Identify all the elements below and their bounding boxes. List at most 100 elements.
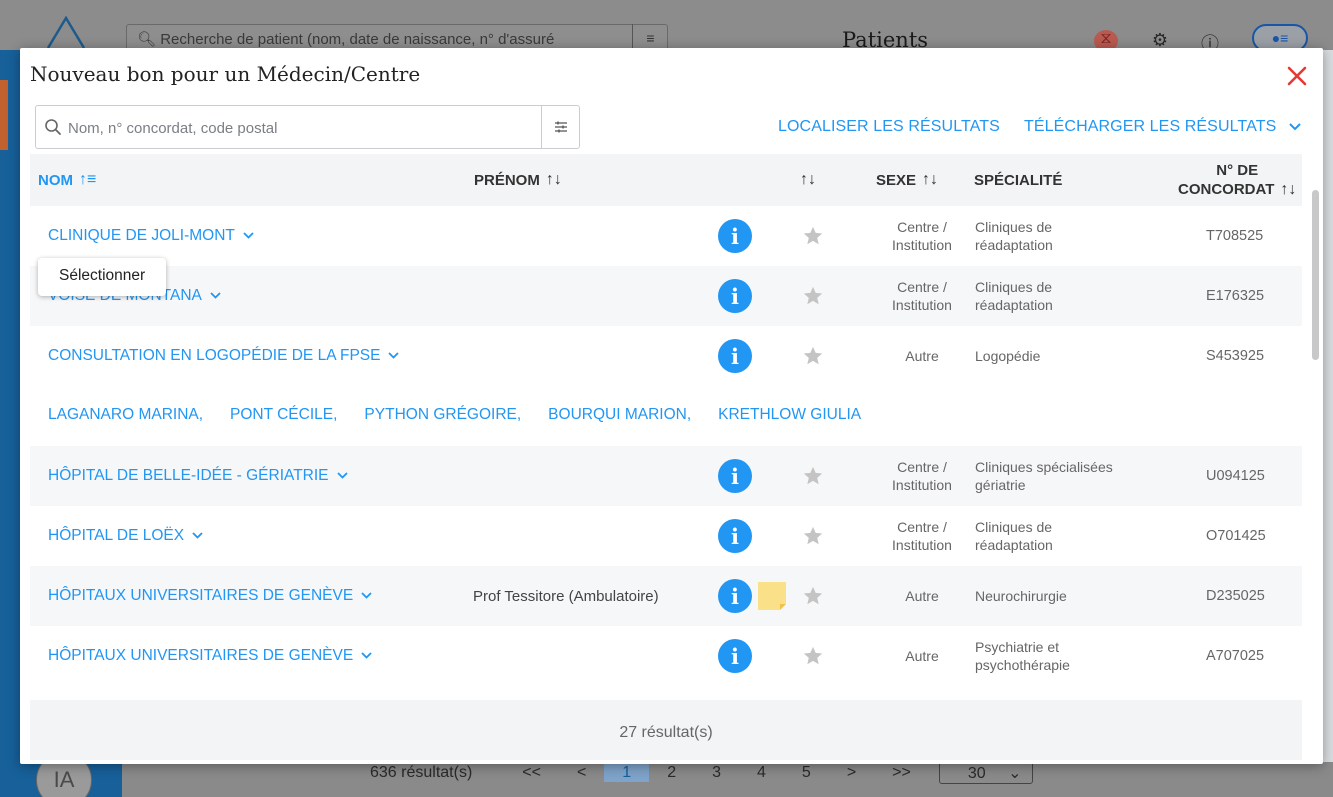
provider-name-link[interactable]: HÔPITAL DE LOËX bbox=[48, 527, 203, 545]
background-results-count: 636 résultat(s) bbox=[370, 764, 473, 781]
select-tooltip[interactable]: Sélectionner bbox=[38, 258, 167, 296]
column-header-favorite[interactable]: ↑↓ bbox=[800, 154, 816, 206]
table-row[interactable]: CONSULTATION EN LOGOPÉDIE DE LA FPSE i Aut… bbox=[30, 326, 1302, 386]
name-cell: HÔPITAL DE BELLE-IDÉE - GÉRIATRIE bbox=[48, 446, 348, 506]
star-icon[interactable] bbox=[802, 525, 824, 547]
sexe-line1: Centre / bbox=[897, 219, 947, 235]
table-row[interactable]: HÔPITAUX UNIVERSITAIRES DE GENÈVE Prof Te… bbox=[30, 566, 1302, 626]
star-icon[interactable] bbox=[802, 285, 824, 307]
name-cell: HÔPITAUX UNIVERSITAIRES DE GENÈVE bbox=[48, 626, 372, 686]
new-voucher-modal: Nouveau bon pour un Médecin/Centre LOCAL… bbox=[20, 48, 1323, 764]
provider-name: HÔPITAL DE BELLE-IDÉE - GÉRIATRIE bbox=[48, 467, 329, 484]
specialite-line2: réadaptation bbox=[975, 537, 1053, 553]
sort-icon: ↑↓ bbox=[1280, 181, 1297, 198]
star-icon[interactable] bbox=[802, 465, 824, 487]
specialite-line1: Psychiatrie et bbox=[975, 639, 1060, 655]
specialite-cell: Neurochirurgie bbox=[975, 566, 1067, 626]
column-header-concordat[interactable]: N° DE CONCORDAT ↑↓ bbox=[1178, 154, 1296, 206]
group-member-link[interactable]: LAGANARO MARINA, bbox=[48, 406, 203, 424]
group-member-link[interactable]: PONT CÉCILE, bbox=[230, 406, 337, 424]
filter-button[interactable] bbox=[541, 106, 579, 148]
column-header-prenom[interactable]: PRÉNOM ↑↓ bbox=[474, 154, 562, 206]
localize-results-button[interactable]: LOCALISER LES RÉSULTATS bbox=[778, 118, 1000, 136]
provider-name: CLINIQUE DE JOLI-MONT bbox=[48, 227, 235, 244]
sexe-line1: Centre / bbox=[897, 459, 947, 475]
pager-first: << bbox=[522, 764, 541, 781]
sexe-cell: Centre / Institution bbox=[872, 446, 972, 506]
provider-name-link[interactable]: CLINIQUE DE JOLI-MONT bbox=[48, 227, 254, 245]
pager-page: 1 bbox=[604, 764, 650, 782]
star-icon[interactable] bbox=[802, 225, 824, 247]
pager-page: 2 bbox=[667, 764, 677, 781]
download-results-label: TÉLÉCHARGER LES RÉSULTATS bbox=[1024, 118, 1277, 135]
specialite-line2: gériatrie bbox=[975, 477, 1026, 493]
scrollbar[interactable] bbox=[1312, 190, 1319, 360]
specialite-line2: réadaptation bbox=[975, 237, 1053, 253]
table-row[interactable]: HÔPITAL DE LOËX i Centre / Institution Clini… bbox=[30, 506, 1302, 566]
table-row[interactable]: VOISE DE MONTANAiCentre /InstitutionClin… bbox=[30, 266, 1302, 326]
group-member-link[interactable]: PYTHON GRÉGOIRE, bbox=[364, 406, 521, 424]
concordat-number: T708525 bbox=[1206, 228, 1264, 244]
modal-title: Nouveau bon pour un Médecin/Centre bbox=[30, 62, 421, 86]
actions-cell: i bbox=[718, 446, 752, 506]
concordat-cell: E176325 bbox=[1206, 266, 1264, 326]
provider-name-link[interactable]: HÔPITAUX UNIVERSITAIRES DE GENÈVE bbox=[48, 647, 372, 665]
actions-cell: i bbox=[718, 266, 752, 326]
sexe-line2: Institution bbox=[892, 477, 952, 493]
group-member-link[interactable]: BOURQUI MARION, bbox=[548, 406, 691, 424]
info-icon[interactable]: i bbox=[718, 219, 752, 253]
pager-prev: < bbox=[576, 764, 587, 781]
concordat-cell: U094125 bbox=[1206, 446, 1265, 506]
info-icon[interactable]: i bbox=[718, 579, 752, 613]
info-icon[interactable]: i bbox=[718, 279, 752, 313]
sort-icon: ↑↓ bbox=[545, 171, 562, 188]
pager-page: 3 bbox=[712, 764, 722, 781]
column-label: SEXE bbox=[876, 171, 917, 189]
chevron-down-icon bbox=[336, 472, 348, 480]
table-row[interactable]: HÔPITAUX UNIVERSITAIRES DE GENÈVE i Autre P… bbox=[30, 626, 1302, 686]
star-icon[interactable] bbox=[802, 645, 824, 667]
info-icon[interactable]: i bbox=[718, 519, 752, 553]
info-icon[interactable]: i bbox=[718, 339, 752, 373]
chevron-down-icon bbox=[388, 352, 400, 360]
result-count: 27 résultat(s) bbox=[619, 724, 713, 741]
concordat-cell: D235025 bbox=[1206, 566, 1265, 626]
favorite-cell bbox=[802, 626, 824, 686]
search-input[interactable] bbox=[68, 115, 538, 141]
name-cell: CLINIQUE DE JOLI-MONT bbox=[48, 206, 254, 266]
concordat-number: U094125 bbox=[1206, 468, 1265, 484]
star-icon[interactable] bbox=[802, 345, 824, 367]
close-icon[interactable] bbox=[1285, 64, 1309, 88]
column-header-nom[interactable]: NOM ↑≡ bbox=[38, 154, 96, 206]
provider-name-link[interactable]: HÔPITAL DE BELLE-IDÉE - GÉRIATRIE bbox=[48, 467, 348, 485]
sexe-line2: Institution bbox=[892, 297, 952, 313]
provider-name-link[interactable]: CONSULTATION EN LOGOPÉDIE DE LA FPSE bbox=[48, 347, 400, 365]
table-row[interactable]: CLINIQUE DE JOLI-MONT i Centre / Institutio… bbox=[30, 206, 1302, 266]
table-row[interactable]: HÔPITAL DE BELLE-IDÉE - GÉRIATRIE i Centre… bbox=[30, 446, 1302, 506]
concordat-number: D235025 bbox=[1206, 588, 1265, 604]
column-header-sexe[interactable]: SEXE ↑↓ bbox=[876, 154, 938, 206]
sexe-line1: Centre / bbox=[897, 279, 947, 295]
specialite-cell: Psychiatrie et psychothérapie bbox=[975, 626, 1070, 686]
provider-name: HÔPITAL DE LOËX bbox=[48, 527, 185, 544]
chevron-down-icon bbox=[210, 292, 221, 300]
table-footer: 27 résultat(s) bbox=[30, 700, 1302, 760]
favorite-cell bbox=[802, 206, 824, 266]
provider-name: HÔPITAUX UNIVERSITAIRES DE GENÈVE bbox=[48, 587, 354, 604]
provider-name-link[interactable]: HÔPITAUX UNIVERSITAIRES DE GENÈVE bbox=[48, 587, 372, 605]
group-member-link[interactable]: KRETHLOW GIULIA bbox=[718, 406, 861, 424]
specialite-line1: Logopédie bbox=[975, 348, 1041, 364]
star-icon[interactable] bbox=[802, 585, 824, 607]
sexe-line1: Centre / bbox=[897, 519, 947, 535]
download-results-button[interactable]: TÉLÉCHARGER LES RÉSULTATS bbox=[1024, 118, 1301, 136]
specialite-line1: Cliniques de bbox=[975, 279, 1053, 295]
chevron-down-icon bbox=[243, 232, 254, 240]
note-icon[interactable] bbox=[756, 580, 788, 612]
actions-cell: i bbox=[718, 566, 788, 626]
info-icon[interactable]: i bbox=[718, 639, 752, 673]
actions-cell: i bbox=[718, 506, 752, 566]
specialite-cell: Cliniques de réadaptation bbox=[975, 506, 1053, 566]
info-icon[interactable]: i bbox=[718, 459, 752, 493]
sexe-cell: Autre bbox=[872, 566, 972, 626]
specialite-line2: réadaptation bbox=[975, 297, 1053, 313]
